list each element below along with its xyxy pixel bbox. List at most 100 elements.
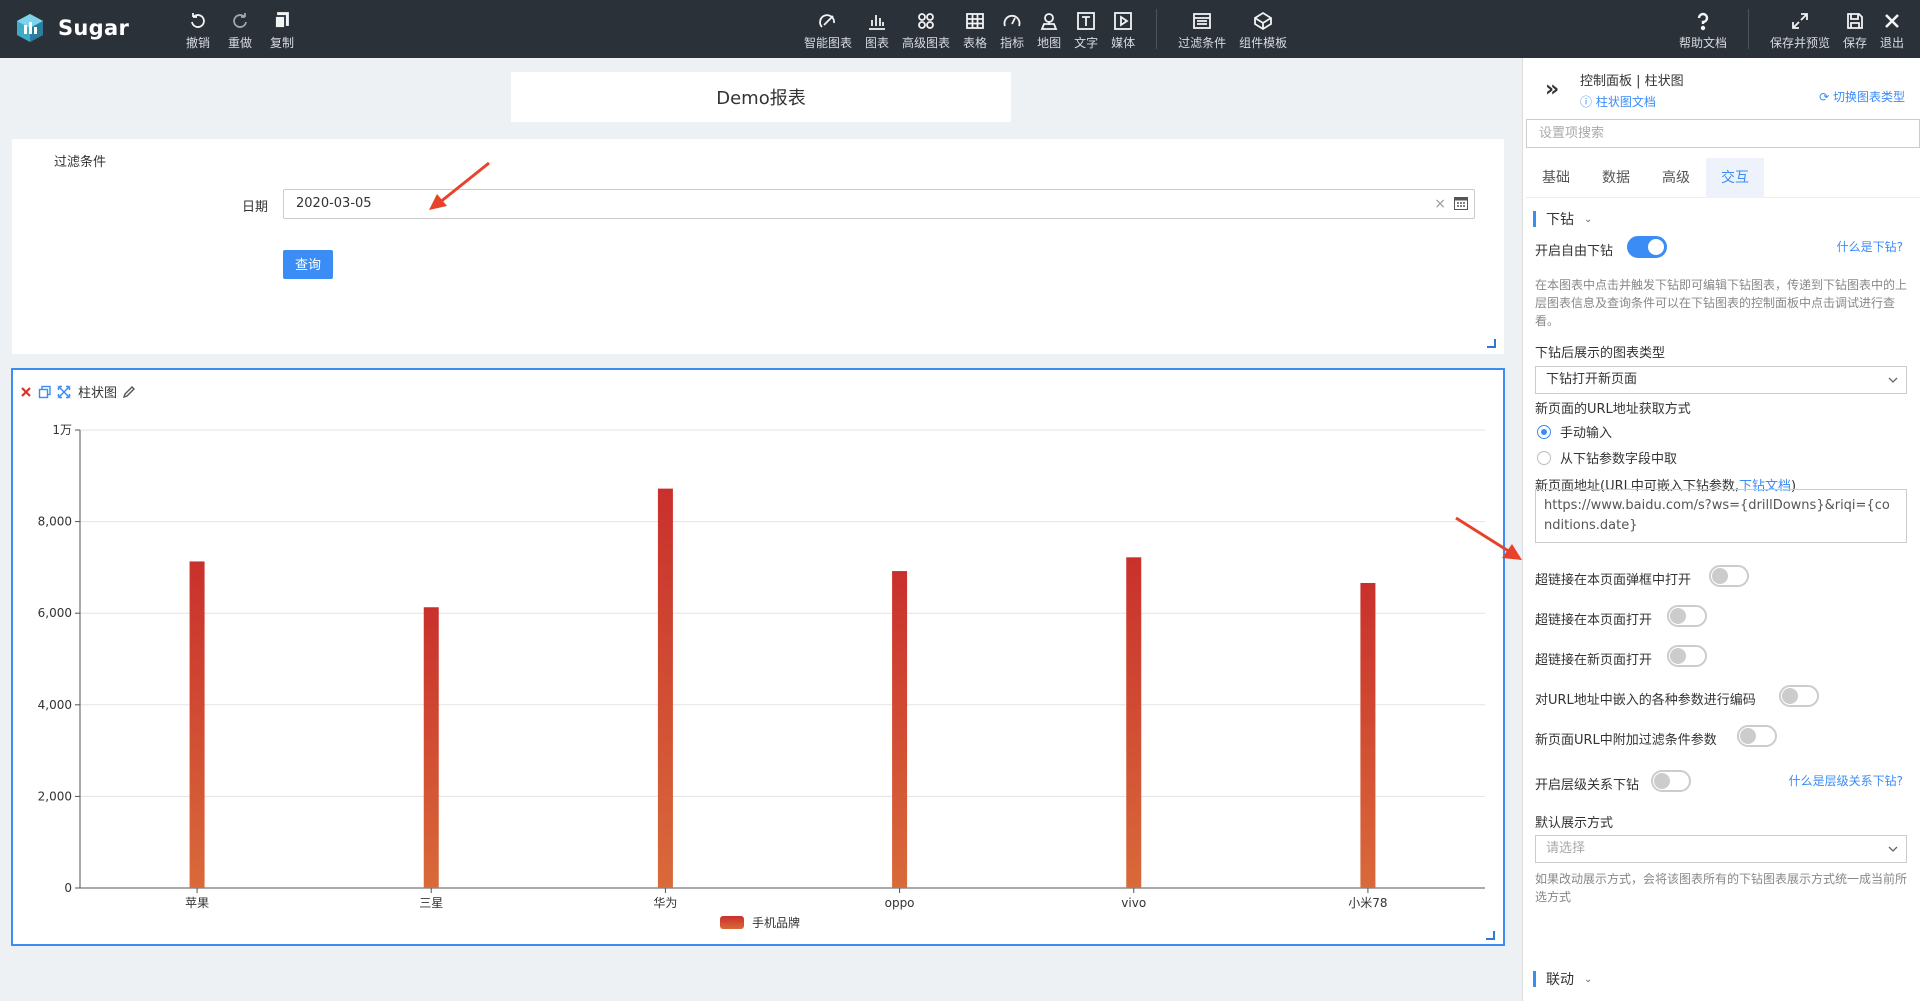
- chart-doc-link[interactable]: ⓘ 柱状图文档: [1580, 93, 1656, 110]
- hierarchy-drill-label: 开启层级关系下钻: [1535, 778, 1640, 793]
- smart-chart-button[interactable]: 智能图表: [804, 0, 852, 51]
- toolbar-insert-group: 智能图表 图表 高级图表 表格 指标 地图 文字 媒体 过滤条件 组件模板: [804, 0, 1287, 58]
- append-filter-toggle[interactable]: [1737, 725, 1777, 747]
- chart-panel[interactable]: 柱状图 0 2,000 4,000 6,000 8,000 1万 苹果 三星 华为 oppo viv…: [11, 368, 1505, 946]
- resize-handle[interactable]: [1486, 931, 1495, 940]
- bar-0[interactable]: [189, 561, 205, 888]
- filter-panel[interactable]: 过滤条件 日期 2020-03-05 × 查询: [12, 139, 1504, 354]
- help-button[interactable]: 帮助文档: [1679, 0, 1727, 51]
- bar-3[interactable]: [892, 571, 908, 888]
- tab-interaction[interactable]: 交互: [1706, 158, 1764, 198]
- encode-toggle[interactable]: [1779, 685, 1819, 707]
- tab-advanced[interactable]: 高级: [1646, 158, 1706, 198]
- report-title[interactable]: Demo报表: [511, 72, 1011, 122]
- map-label: 地图: [1037, 36, 1062, 50]
- app-logo[interactable]: Sugar: [14, 12, 129, 44]
- query-button[interactable]: 查询: [283, 250, 333, 279]
- template-label: 组件模板: [1239, 36, 1288, 50]
- chevron-down-icon: ⌄: [1584, 973, 1593, 985]
- toggle-knob: [1670, 608, 1686, 624]
- help-icon: [1697, 12, 1709, 31]
- legend-swatch[interactable]: [720, 916, 744, 929]
- toggle-knob: [1654, 773, 1670, 789]
- text-button[interactable]: 文字: [1074, 0, 1098, 51]
- filter-icon: [1193, 13, 1212, 29]
- exit-button[interactable]: 退出: [1880, 0, 1904, 51]
- x-tick-label: 华为: [653, 896, 677, 910]
- section-bar: [1533, 211, 1536, 227]
- collapse-panel-icon[interactable]: »: [1545, 77, 1559, 102]
- panel-tabs: 基础 数据 高级 交互: [1526, 158, 1920, 198]
- toolbar-history-group: 撤销 重做 复制: [186, 0, 294, 58]
- encode-toggle-label: 对URL地址中嵌入的各种参数进行编码: [1535, 693, 1756, 708]
- refresh-icon: ⟳: [1819, 90, 1833, 104]
- drill-section-title: 下钻: [1546, 212, 1574, 228]
- map-button[interactable]: 地图: [1037, 0, 1061, 51]
- y-tick-label: 0: [64, 881, 72, 895]
- display-mode-select[interactable]: 请选择: [1535, 835, 1907, 863]
- drill-chart-type-select[interactable]: 下钻打开新页面: [1535, 366, 1907, 394]
- x-tick-label: oppo: [885, 896, 915, 910]
- drill-section-header[interactable]: 下钻 ⌄: [1533, 209, 1592, 229]
- filter-button[interactable]: 过滤条件: [1178, 0, 1226, 51]
- metric-button[interactable]: 指标: [1000, 0, 1024, 51]
- resize-handle[interactable]: [1487, 339, 1496, 348]
- bar-4[interactable]: [1126, 557, 1142, 888]
- table-button[interactable]: 表格: [963, 0, 987, 51]
- chart-doc-text: 柱状图文档: [1595, 95, 1656, 109]
- switch-chart-type-text: 切换图表类型: [1832, 90, 1905, 104]
- linkage-section-header[interactable]: 联动 ⌄: [1533, 969, 1592, 989]
- template-button[interactable]: 组件模板: [1239, 0, 1287, 51]
- redo-label: 重做: [228, 36, 253, 50]
- radio-from-field[interactable]: 从下钻参数字段中取: [1537, 448, 1677, 467]
- undo-button[interactable]: 撤销: [186, 0, 210, 51]
- same-page-toggle[interactable]: [1667, 605, 1707, 627]
- chart-label: 图表: [865, 36, 890, 50]
- undo-icon: [191, 13, 205, 28]
- what-is-drill-link[interactable]: 什么是下钻?: [1837, 238, 1903, 255]
- radio-manual-input[interactable]: 手动输入: [1537, 422, 1612, 441]
- save-preview-button[interactable]: 保存并预览: [1770, 0, 1830, 51]
- toggle-knob: [1670, 648, 1686, 664]
- media-button[interactable]: 媒体: [1111, 0, 1135, 51]
- what-is-hierarchy-link[interactable]: 什么是层级关系下钻?: [1789, 772, 1903, 789]
- drill-chart-type-value: 下钻打开新页面: [1546, 372, 1638, 387]
- question-circle-icon: ⓘ: [1580, 95, 1596, 109]
- clear-icon[interactable]: ×: [1434, 190, 1446, 218]
- bar-chart[interactable]: 0 2,000 4,000 6,000 8,000 1万苹果 三星 华为 oppo vivo 小米7…: [13, 370, 1503, 944]
- advanced-chart-button[interactable]: 高级图表: [902, 0, 950, 51]
- free-drill-label: 开启自由下钻: [1535, 244, 1614, 259]
- bar-5[interactable]: [1360, 582, 1376, 888]
- y-tick-label: 8,000: [38, 515, 72, 529]
- copy-button[interactable]: 复制: [270, 0, 294, 51]
- bar-1[interactable]: [423, 607, 439, 888]
- switch-chart-type-link[interactable]: ⟳ 切换图表类型: [1819, 88, 1905, 105]
- radio-manual-label: 手动输入: [1560, 426, 1613, 441]
- settings-search-input[interactable]: 设置项搜索: [1526, 119, 1920, 148]
- radio-from-field-label: 从下钻参数字段中取: [1560, 452, 1678, 467]
- chevron-down-icon: ⌄: [1584, 213, 1593, 225]
- url-textarea[interactable]: https://www.baidu.com/s?ws={drillDowns}&…: [1535, 489, 1907, 543]
- legend-label[interactable]: 手机品牌: [752, 916, 800, 930]
- hierarchy-drill-toggle[interactable]: [1651, 770, 1691, 792]
- toggle-knob: [1648, 239, 1664, 255]
- toggle-knob: [1782, 688, 1798, 704]
- chart-button[interactable]: 图表: [865, 0, 889, 51]
- free-drill-toggle[interactable]: [1627, 236, 1667, 258]
- calendar-icon[interactable]: [1454, 196, 1468, 210]
- copy-icon: [274, 12, 289, 29]
- control-panel: » 控制面板 | 柱状图 ⓘ 柱状图文档 ⟳ 切换图表类型 设置项搜索 基础 数…: [1522, 58, 1920, 1001]
- new-page-toggle[interactable]: [1667, 645, 1707, 667]
- radio-dot: [1537, 424, 1551, 439]
- drill-description: 在本图表中点击并触发下钻即可编辑下钻图表，传递到下钻图表中的上层图表信息及查询条…: [1535, 278, 1908, 328]
- tab-basic[interactable]: 基础: [1526, 158, 1586, 198]
- x-tick-label: 苹果: [185, 896, 209, 910]
- advanced-chart-icon: [918, 13, 934, 29]
- save-button[interactable]: 保存: [1843, 0, 1867, 51]
- linkage-section-title: 联动: [1546, 972, 1574, 988]
- tab-data[interactable]: 数据: [1586, 158, 1646, 198]
- redo-button[interactable]: 重做: [228, 0, 252, 51]
- toolbar-action-group: 帮助文档 保存并预览 保存 退出: [1679, 0, 1904, 58]
- popup-toggle[interactable]: [1709, 565, 1749, 587]
- bar-2[interactable]: [657, 488, 673, 888]
